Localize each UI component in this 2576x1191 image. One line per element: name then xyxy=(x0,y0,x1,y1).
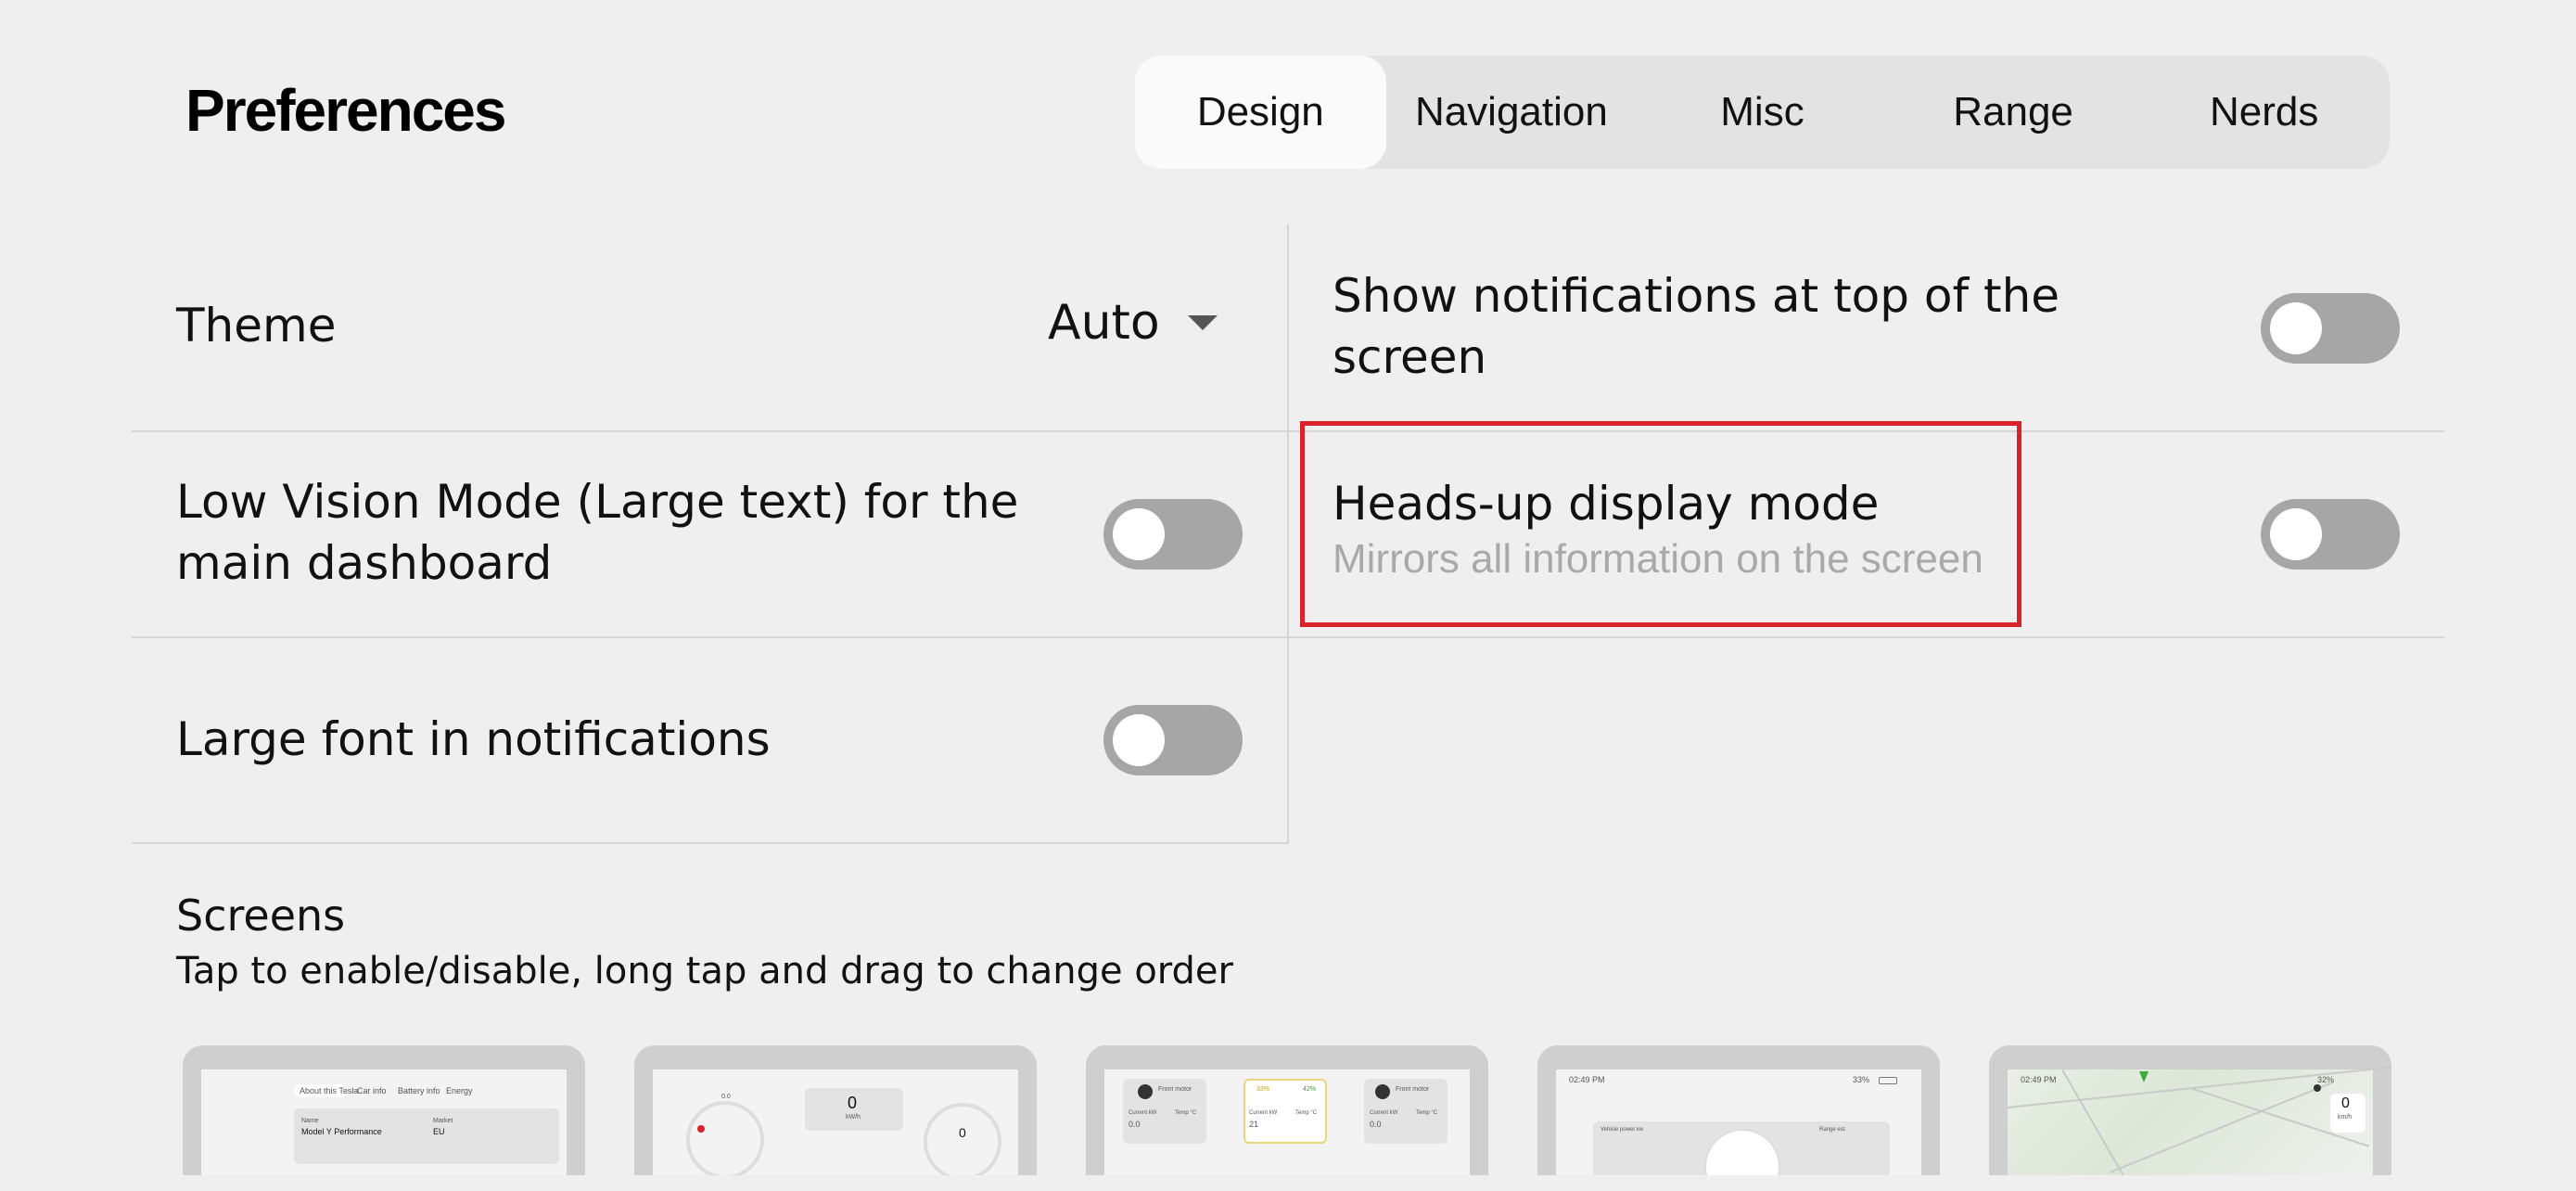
hud-subtitle: Mirrors all information on the screen xyxy=(1333,536,1983,582)
tab-navigation[interactable]: Navigation xyxy=(1386,56,1638,169)
toggle-knob xyxy=(1113,714,1165,766)
notifications-top-toggle[interactable] xyxy=(2261,293,2400,364)
notifications-top-label: Show notifications at top of the screen xyxy=(1333,269,2060,384)
page-title: Preferences xyxy=(185,77,506,144)
large-font-label: Large font in notifications xyxy=(176,712,771,766)
hud-toggle[interactable] xyxy=(2261,499,2400,570)
tab-nerds[interactable]: Nerds xyxy=(2138,56,2390,169)
toggle-knob xyxy=(2270,508,2322,560)
tab-range[interactable]: Range xyxy=(1888,56,2139,169)
theme-value: Auto xyxy=(1048,295,1160,351)
motor-icon xyxy=(1138,1084,1153,1099)
screen-thumb-4[interactable]: 02:49 PM 33% Vehicle power kw Range est. xyxy=(1537,1045,1940,1175)
mini-tab: Car info xyxy=(357,1086,387,1095)
low-vision-label: Low Vision Mode (Large text) for the mai… xyxy=(176,475,1019,590)
battery-icon xyxy=(1879,1077,1897,1084)
large-font-toggle[interactable] xyxy=(1103,705,1243,775)
low-vision-toggle[interactable] xyxy=(1103,499,1243,570)
row-divider xyxy=(132,842,1289,844)
row-divider xyxy=(132,636,2444,638)
mini-tab: About this Tesla xyxy=(300,1086,359,1095)
motor-icon xyxy=(1375,1084,1390,1099)
screen-thumb-2[interactable]: 0.0 0 kW/h 0 xyxy=(634,1045,1037,1175)
tab-bar: Design Navigation Misc Range Nerds xyxy=(1135,56,2390,169)
tab-misc[interactable]: Misc xyxy=(1637,56,1888,169)
row-divider xyxy=(132,430,2444,432)
column-divider xyxy=(1287,224,1289,844)
screens-title: Screens xyxy=(176,890,346,941)
map-pin-icon xyxy=(2139,1071,2149,1082)
screens-description: Tap to enable/disable, long tap and drag… xyxy=(176,950,1233,992)
mini-tab: Battery info xyxy=(398,1086,440,1095)
screen-thumb-1[interactable]: About this Tesla Car info Battery info E… xyxy=(183,1045,585,1175)
theme-dropdown[interactable]: Auto xyxy=(1048,295,1218,351)
tab-design[interactable]: Design xyxy=(1135,56,1386,169)
indicator-dot xyxy=(697,1125,705,1133)
toggle-knob xyxy=(1113,508,1165,560)
screen-thumb-3[interactable]: Front motor Current kW Temp °C 0.0 33% 4… xyxy=(1086,1045,1488,1175)
screen-thumb-5[interactable]: 02:49 PM 32% 0 km/h xyxy=(1989,1045,2391,1175)
hud-label: Heads-up display mode xyxy=(1333,477,1880,531)
toggle-knob xyxy=(2270,302,2322,354)
theme-label: Theme xyxy=(176,299,337,352)
mini-tab: Energy xyxy=(446,1086,473,1095)
caret-down-icon xyxy=(1187,315,1218,330)
location-icon xyxy=(2314,1084,2321,1092)
